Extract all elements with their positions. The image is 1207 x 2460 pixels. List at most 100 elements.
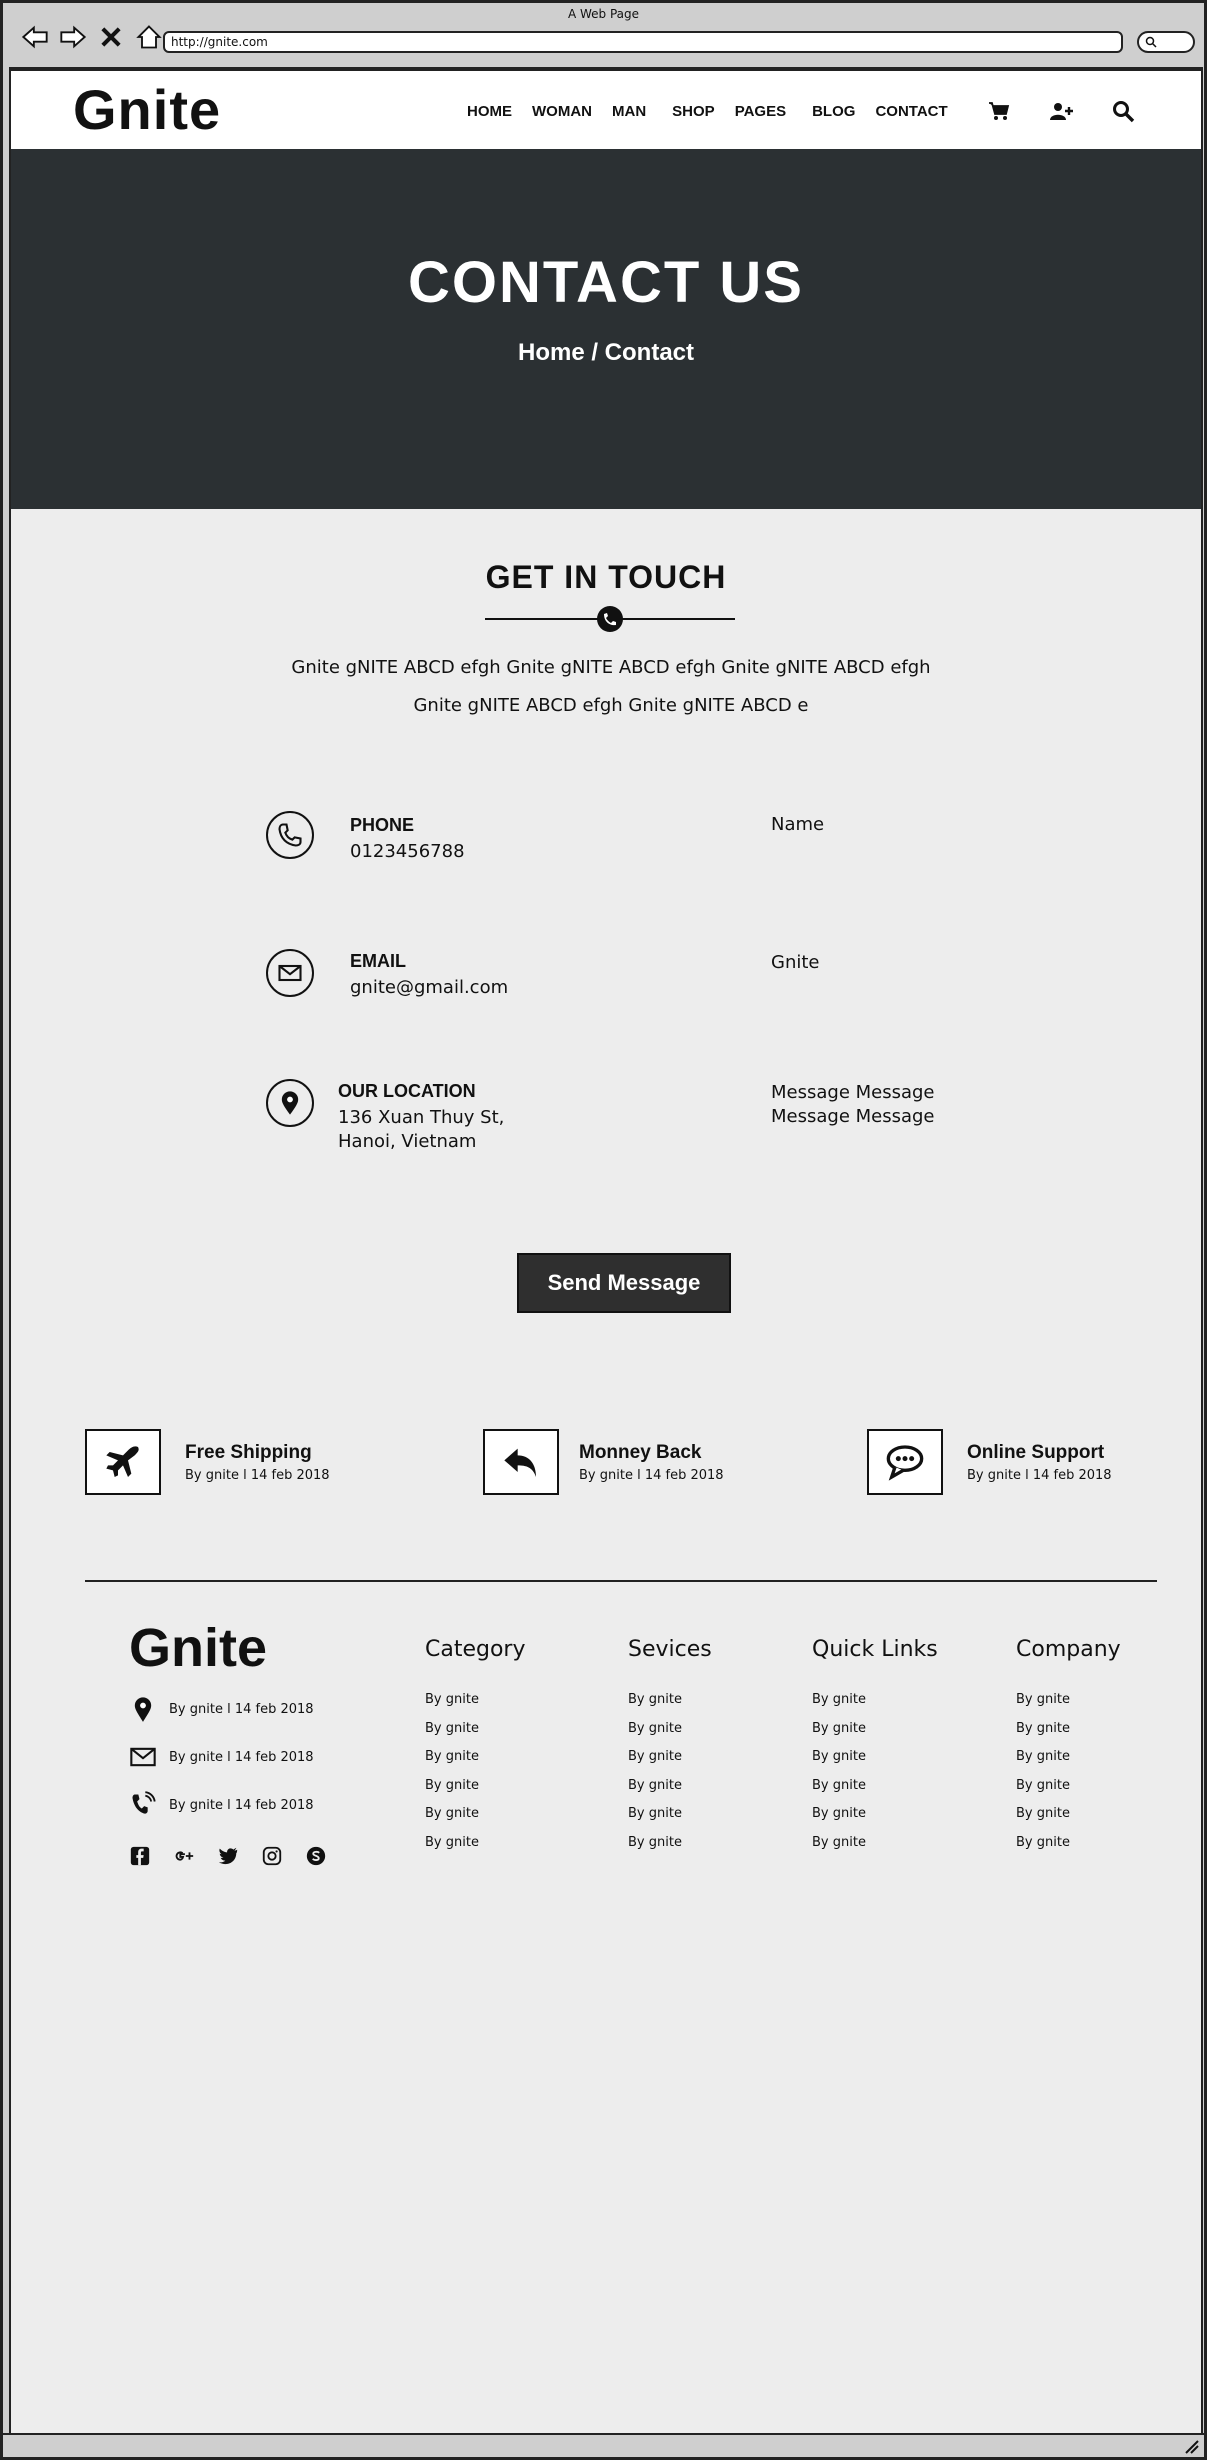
nav-icons [987,99,1135,123]
instagram-icon[interactable] [261,1845,283,1867]
footer-link[interactable]: By gnite [425,1749,526,1778]
phone-volume-icon [132,1791,156,1814]
email-info: EMAIL gnite@gmail.com [266,949,508,1000]
search-icon[interactable] [1111,99,1135,123]
feature-title: Free Shipping [185,1441,312,1463]
footer-link[interactable]: By gnite [628,1806,712,1835]
chat-icon [886,1445,924,1481]
airplane-icon [106,1446,139,1477]
footer-column-category: Category By gnite By gnite By gnite By g… [425,1637,526,1863]
footer-link[interactable]: By gnite [812,1835,938,1864]
email-label: EMAIL [350,951,406,971]
email-value[interactable]: gnite@gmail.com [350,976,508,1000]
footer-phone: By gnite l 14 feb 2018 [129,1791,314,1819]
footer-link[interactable]: By gnite [425,1721,526,1750]
social-links [129,1845,327,1867]
footer-link[interactable]: By gnite [628,1749,712,1778]
top-navbar: Gnite HOME WOMAN MAN SHOP PAGES BLOG CON… [11,69,1201,151]
site-logo[interactable]: Gnite [73,77,221,142]
description-line-1: Gnite gNITE ABCD efgh Gnite gNITE ABCD e… [291,657,931,678]
feature-text: Monney Back By gnite l 14 feb 2018 [579,1442,724,1483]
footer-link[interactable]: By gnite [1016,1692,1121,1721]
footer-link[interactable]: By gnite [628,1835,712,1864]
home-icon[interactable] [135,23,163,51]
footer-link[interactable]: By gnite [812,1692,938,1721]
footer-link[interactable]: By gnite [628,1721,712,1750]
main-menu: HOME WOMAN MAN SHOP PAGES BLOG CONTACT [467,103,968,120]
feature-subtitle: By gnite l 14 feb 2018 [185,1467,330,1483]
add-user-icon[interactable] [1049,99,1073,123]
footer-link[interactable]: By gnite [425,1692,526,1721]
footer-link[interactable]: By gnite [1016,1721,1121,1750]
phone-info: PHONE 0123456788 [266,811,465,864]
google-plus-icon[interactable] [173,1845,195,1867]
facebook-icon[interactable] [129,1845,151,1867]
footer-email-text: By gnite l 14 feb 2018 [169,1749,314,1765]
menu-item-pages[interactable]: PAGES [735,103,786,120]
envelope-icon [130,1747,156,1767]
stop-icon[interactable] [97,23,125,51]
menu-item-blog[interactable]: BLOG [812,103,855,120]
menu-item-contact[interactable]: CONTACT [875,103,947,120]
back-icon[interactable] [21,23,49,51]
cart-icon[interactable] [987,99,1011,123]
footer-link[interactable]: By gnite [628,1692,712,1721]
footer-link[interactable]: By gnite [812,1749,938,1778]
company-field[interactable]: Gnite [771,951,820,975]
footer-logo[interactable]: Gnite [129,1617,267,1679]
footer-column-services: Sevices By gnite By gnite By gnite By gn… [628,1637,712,1863]
location-line-2: Hanoi, Vietnam [338,1131,477,1152]
menu-item-man[interactable]: MAN [612,103,646,120]
phone-value[interactable]: 0123456788 [350,840,465,864]
forward-icon[interactable] [59,23,87,51]
url-bar[interactable]: http://gnite.com [163,31,1123,53]
send-message-button[interactable]: Send Message [517,1253,731,1313]
skype-icon[interactable] [305,1845,327,1867]
footer-address-text: By gnite l 14 feb 2018 [169,1701,314,1717]
resize-grip-icon[interactable] [1182,2437,1200,2455]
message-line-1: Message Message [771,1082,935,1103]
feature-icon-box [867,1429,943,1495]
name-field[interactable]: Name [771,813,824,837]
twitter-icon[interactable] [217,1845,239,1867]
footer-link[interactable]: By gnite [425,1835,526,1864]
browser-nav-buttons [21,23,163,51]
section-title: GET IN TOUCH [485,559,727,595]
page-title: CONTACT US [408,250,804,315]
footer-link[interactable]: By gnite [1016,1749,1121,1778]
status-bar [3,2433,1204,2457]
phone-text: PHONE 0123456788 [350,815,465,864]
feature-icon-box [483,1429,559,1495]
footer-link[interactable]: By gnite [1016,1835,1121,1864]
email-text: EMAIL gnite@gmail.com [350,951,508,1000]
message-line-2: Message Message [771,1106,935,1127]
search-icon [1145,36,1157,48]
menu-item-home[interactable]: HOME [467,103,512,120]
section-description: Gnite gNITE ABCD efgh Gnite gNITE ABCD e… [231,649,991,725]
menu-item-woman[interactable]: WOMAN [532,103,592,120]
location-icon-circle [266,1079,314,1127]
footer-link[interactable]: By gnite [812,1806,938,1835]
location-pin-icon [134,1697,152,1722]
description-line-2: Gnite gNITE ABCD efgh Gnite gNITE ABCD e [413,695,809,716]
menu-item-shop[interactable]: SHOP [672,103,715,120]
footer-link[interactable]: By gnite [812,1778,938,1807]
footer-link[interactable]: By gnite [425,1778,526,1807]
browser-search[interactable] [1137,31,1195,53]
footer-link[interactable]: By gnite [425,1806,526,1835]
feature-free-shipping: Free Shipping By gnite l 14 feb 2018 [85,1429,330,1495]
location-info: OUR LOCATION 136 Xuan Thuy St, Hanoi, Vi… [266,1079,504,1154]
feature-title: Online Support [967,1441,1105,1463]
footer-link[interactable]: By gnite [628,1778,712,1807]
footer-column-company: Company By gnite By gnite By gnite By gn… [1016,1637,1121,1863]
footer-link[interactable]: By gnite [812,1721,938,1750]
footer-link[interactable]: By gnite [1016,1806,1121,1835]
feature-title: Monney Back [579,1441,702,1463]
message-field[interactable]: Message Message Message Message [771,1081,935,1129]
page-viewport: Gnite HOME WOMAN MAN SHOP PAGES BLOG CON… [9,67,1203,2437]
feature-online-support: Online Support By gnite l 14 feb 2018 [867,1429,1112,1495]
footer-column-quick-links: Quick Links By gnite By gnite By gnite B… [812,1637,938,1863]
breadcrumb[interactable]: Home / Contact [11,339,1201,367]
column-heading: Sevices [628,1637,712,1662]
footer-link[interactable]: By gnite [1016,1778,1121,1807]
